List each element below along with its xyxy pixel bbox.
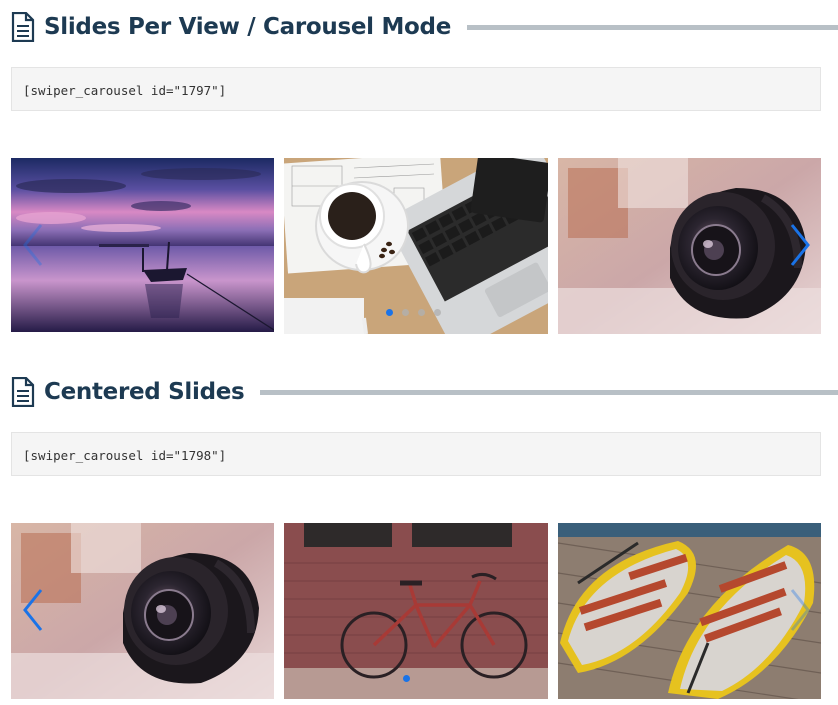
shortcode-box[interactable]: [swiper_carousel id="1797"] bbox=[11, 67, 821, 111]
heading-rule bbox=[260, 389, 838, 395]
red-bicycle-brick-wall-photo bbox=[284, 523, 548, 699]
pagination-dot[interactable] bbox=[402, 309, 409, 316]
coffee-laptop-desk-photo bbox=[284, 158, 548, 334]
shortcode-text[interactable]: [swiper_carousel id="1798"] bbox=[23, 448, 226, 463]
page-title: Slides Per View / Carousel Mode bbox=[44, 14, 451, 40]
shortcode-box[interactable]: [swiper_carousel id="1798"] bbox=[11, 432, 821, 476]
section-title: Centered Slides bbox=[44, 379, 245, 405]
slide-sunset-lake[interactable] bbox=[11, 158, 274, 332]
sunset-lake-boat-photo bbox=[11, 158, 274, 332]
camera-lens-photo bbox=[11, 523, 274, 699]
chevron-left-icon[interactable] bbox=[21, 222, 45, 268]
carousel-pagination bbox=[386, 309, 441, 316]
slide-red-bicycle[interactable] bbox=[284, 523, 548, 699]
chevron-right-icon[interactable] bbox=[788, 222, 812, 268]
heading-rule bbox=[467, 24, 838, 30]
pagination-dot[interactable] bbox=[403, 675, 410, 682]
chevron-right-icon[interactable] bbox=[788, 587, 812, 633]
carousel-pagination bbox=[403, 675, 410, 682]
chevron-left-icon[interactable] bbox=[21, 587, 45, 633]
section-heading-carousel: Slides Per View / Carousel Mode bbox=[11, 10, 838, 44]
pagination-dot[interactable] bbox=[386, 309, 393, 316]
camera-lens-photo bbox=[558, 158, 821, 334]
shortcode-text[interactable]: [swiper_carousel id="1797"] bbox=[23, 83, 226, 98]
section-heading-centered: Centered Slides bbox=[11, 375, 838, 409]
slide-camera-lens[interactable] bbox=[11, 523, 274, 699]
document-icon bbox=[11, 12, 35, 42]
slide-camera-lens[interactable] bbox=[558, 158, 821, 334]
rowboats-dock-photo bbox=[558, 523, 821, 699]
slide-rowboats[interactable] bbox=[558, 523, 821, 699]
slide-coffee-laptop[interactable] bbox=[284, 158, 548, 334]
pagination-dot[interactable] bbox=[434, 309, 441, 316]
pagination-dot[interactable] bbox=[418, 309, 425, 316]
document-icon bbox=[11, 377, 35, 407]
